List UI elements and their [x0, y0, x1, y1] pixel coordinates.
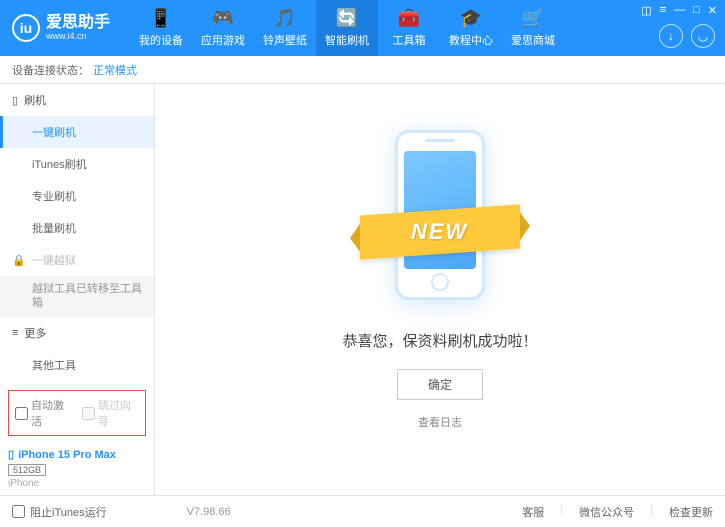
app-logo: iu 爱思助手 www.i4.cn: [0, 14, 122, 42]
sidebar-item-itunes-flash[interactable]: iTunes刷机: [0, 148, 154, 180]
sidebar: ▯刷机 一键刷机 iTunes刷机 专业刷机 批量刷机 🔒一键越狱 越狱工具已转…: [0, 84, 155, 495]
checkbox-block-itunes[interactable]: 阻止iTunes运行: [12, 504, 107, 520]
sidebar-jailbreak-note: 越狱工具已转移至工具箱: [0, 276, 154, 317]
tab-tutorials[interactable]: 🎓教程中心: [440, 0, 502, 56]
store-icon: 🛒: [522, 8, 544, 29]
apps-icon: 🎮: [212, 8, 234, 29]
ok-button[interactable]: 确定: [397, 369, 483, 400]
footer-link-support[interactable]: 客服: [522, 504, 544, 520]
music-icon: 🎵: [274, 8, 296, 29]
status-label: 设备连接状态：: [12, 62, 89, 78]
app-title: 爱思助手: [46, 14, 110, 32]
view-log-link[interactable]: 查看日志: [418, 414, 462, 430]
toolbox-icon: 🧰: [398, 8, 420, 29]
lock-icon: 🔒: [12, 254, 26, 267]
success-illustration: NEW: [375, 130, 505, 310]
checkbox-auto-activate[interactable]: 自动激活: [15, 397, 72, 429]
sidebar-group-more[interactable]: ≡更多: [0, 317, 154, 349]
sidebar-item-pro-flash[interactable]: 专业刷机: [0, 180, 154, 212]
device-storage: 512GB: [8, 464, 46, 476]
sidebar-group-jailbreak: 🔒一键越狱: [0, 244, 154, 276]
footer-link-update[interactable]: 检查更新: [669, 504, 713, 520]
win-maximize-icon[interactable]: □: [693, 4, 700, 17]
win-close-icon[interactable]: ✕: [708, 4, 717, 17]
device-name[interactable]: ▯iPhone 15 Pro Max: [8, 448, 146, 461]
phone-small-icon: ▯: [8, 448, 14, 461]
footer: 阻止iTunes运行 V7.98.66 客服| 微信公众号| 检查更新: [0, 495, 725, 527]
window-controls: ◫ ≡ — □ ✕: [641, 4, 717, 17]
sidebar-item-batch-flash[interactable]: 批量刷机: [0, 212, 154, 244]
device-info: ▯iPhone 15 Pro Max 512GB iPhone: [0, 442, 154, 495]
user-icon[interactable]: ◡: [691, 24, 715, 48]
checkbox-skip-guide[interactable]: 跳过向导: [82, 397, 139, 429]
logo-icon: iu: [12, 14, 40, 42]
new-ribbon: NEW: [360, 204, 520, 259]
sidebar-group-flash[interactable]: ▯刷机: [0, 84, 154, 116]
device-type: iPhone: [8, 478, 146, 489]
tab-flash[interactable]: 🔄智能刷机: [316, 0, 378, 56]
tutorial-icon: 🎓: [460, 8, 482, 29]
tab-apps-games[interactable]: 🎮应用游戏: [192, 0, 254, 56]
sidebar-item-oneclick-flash[interactable]: 一键刷机: [0, 116, 154, 148]
status-mode: 正常模式: [93, 62, 137, 78]
sidebar-item-other-tools[interactable]: 其他工具: [0, 349, 154, 381]
tab-store[interactable]: 🛒爱思商城: [502, 0, 564, 56]
app-url: www.i4.cn: [46, 32, 110, 42]
flash-icon: 🔄: [336, 8, 358, 29]
success-message: 恭喜您，保资料刷机成功啦！: [342, 330, 537, 351]
activation-options: 自动激活 跳过向导: [8, 390, 146, 436]
main-content: NEW 恭喜您，保资料刷机成功啦！ 确定 查看日志: [155, 84, 725, 495]
version-label: V7.98.66: [187, 506, 231, 518]
win-minimize-icon[interactable]: —: [674, 4, 685, 17]
app-header: iu 爱思助手 www.i4.cn 📱我的设备 🎮应用游戏 🎵铃声壁纸 🔄智能刷…: [0, 0, 725, 56]
tab-toolbox[interactable]: 🧰工具箱: [378, 0, 440, 56]
phone-icon: ▯: [12, 94, 18, 107]
win-menu-icon[interactable]: ≡: [660, 4, 666, 17]
status-bar: 设备连接状态： 正常模式: [0, 56, 725, 84]
device-icon: 📱: [150, 8, 172, 29]
download-icon[interactable]: ↓: [659, 24, 683, 48]
win-layout-icon[interactable]: ◫: [641, 4, 651, 17]
tab-ringtones[interactable]: 🎵铃声壁纸: [254, 0, 316, 56]
tab-my-device[interactable]: 📱我的设备: [130, 0, 192, 56]
list-icon: ≡: [12, 327, 18, 339]
nav-tabs: 📱我的设备 🎮应用游戏 🎵铃声壁纸 🔄智能刷机 🧰工具箱 🎓教程中心 🛒爱思商城: [130, 0, 564, 56]
footer-link-wechat[interactable]: 微信公众号: [579, 504, 634, 520]
